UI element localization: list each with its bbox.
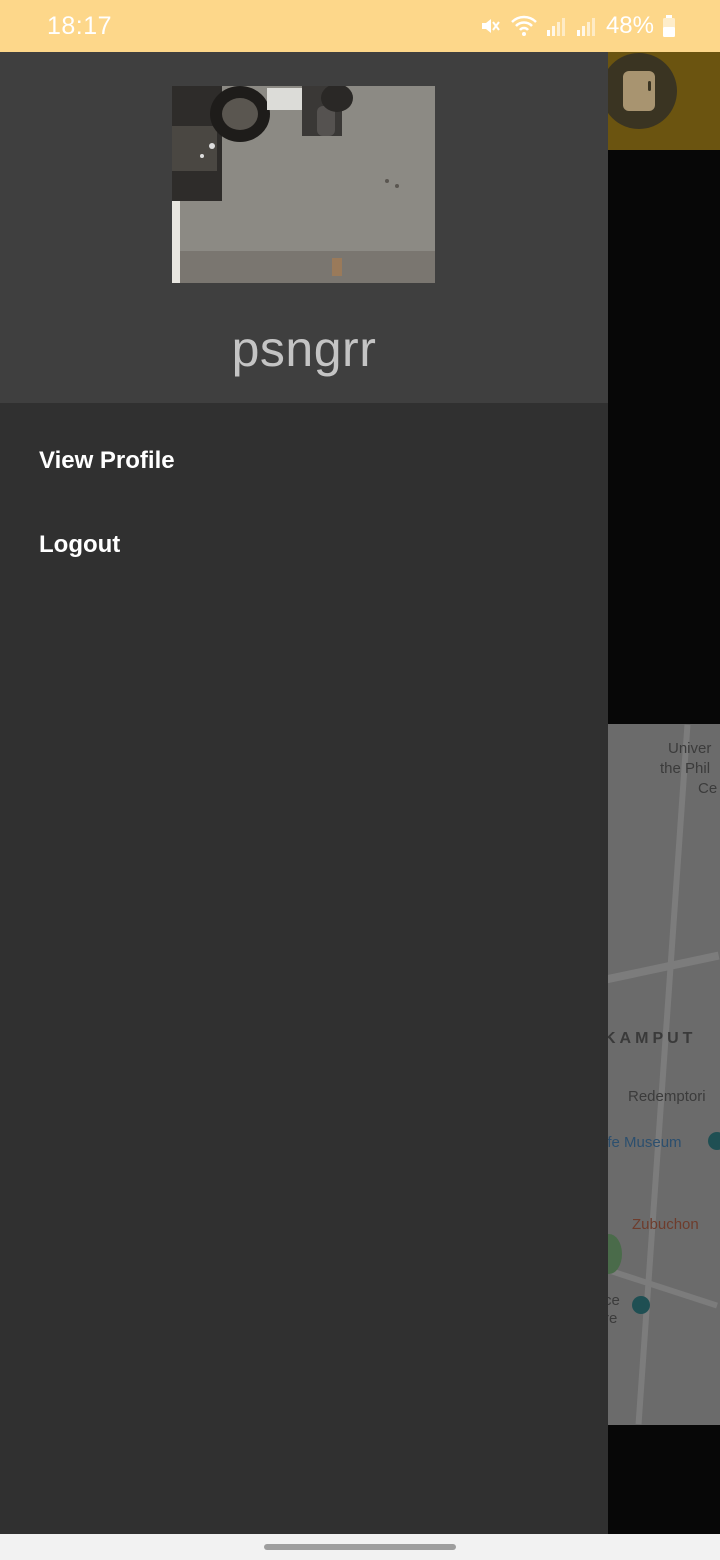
fab-button[interactable] <box>601 53 677 129</box>
battery-percent: 48% <box>605 12 654 39</box>
map-pin-icon <box>632 1296 650 1314</box>
map-label: Zubuchon <box>632 1216 699 1233</box>
menu-item-view-profile[interactable]: View Profile <box>39 447 175 475</box>
battery-icon <box>662 14 676 38</box>
menu-item-logout[interactable]: Logout <box>39 531 120 559</box>
map-label: the Phil <box>660 760 711 777</box>
map-label: Redemptori <box>628 1088 706 1105</box>
map-pin-icon <box>708 1132 720 1150</box>
signal-icon <box>546 15 568 37</box>
status-time: 18:17 <box>47 11 113 40</box>
signal-icon-2 <box>576 15 598 37</box>
mute-icon <box>478 14 502 38</box>
map-view[interactable]: Univer the Phil Ce KAMPUT Redemptori ife… <box>600 724 720 1425</box>
map-label: Univer <box>668 740 712 757</box>
wifi-icon <box>510 14 538 38</box>
gesture-navigation-bar <box>0 1534 720 1560</box>
status-bar: 18:17 48% <box>0 0 720 52</box>
map-label: ife Museum <box>604 1134 682 1151</box>
username: psngrr <box>231 321 377 377</box>
drawer-header: psngrr <box>0 52 608 403</box>
map-label: KAMPUT <box>604 1030 697 1047</box>
status-icons: 48% <box>478 12 676 40</box>
map-label: Ce <box>698 780 718 797</box>
navigation-drawer: psngrr View Profile Logout <box>0 52 608 1534</box>
phone-icon <box>623 71 655 111</box>
home-gesture-handle[interactable] <box>264 1544 456 1550</box>
profile-photo <box>172 86 435 283</box>
